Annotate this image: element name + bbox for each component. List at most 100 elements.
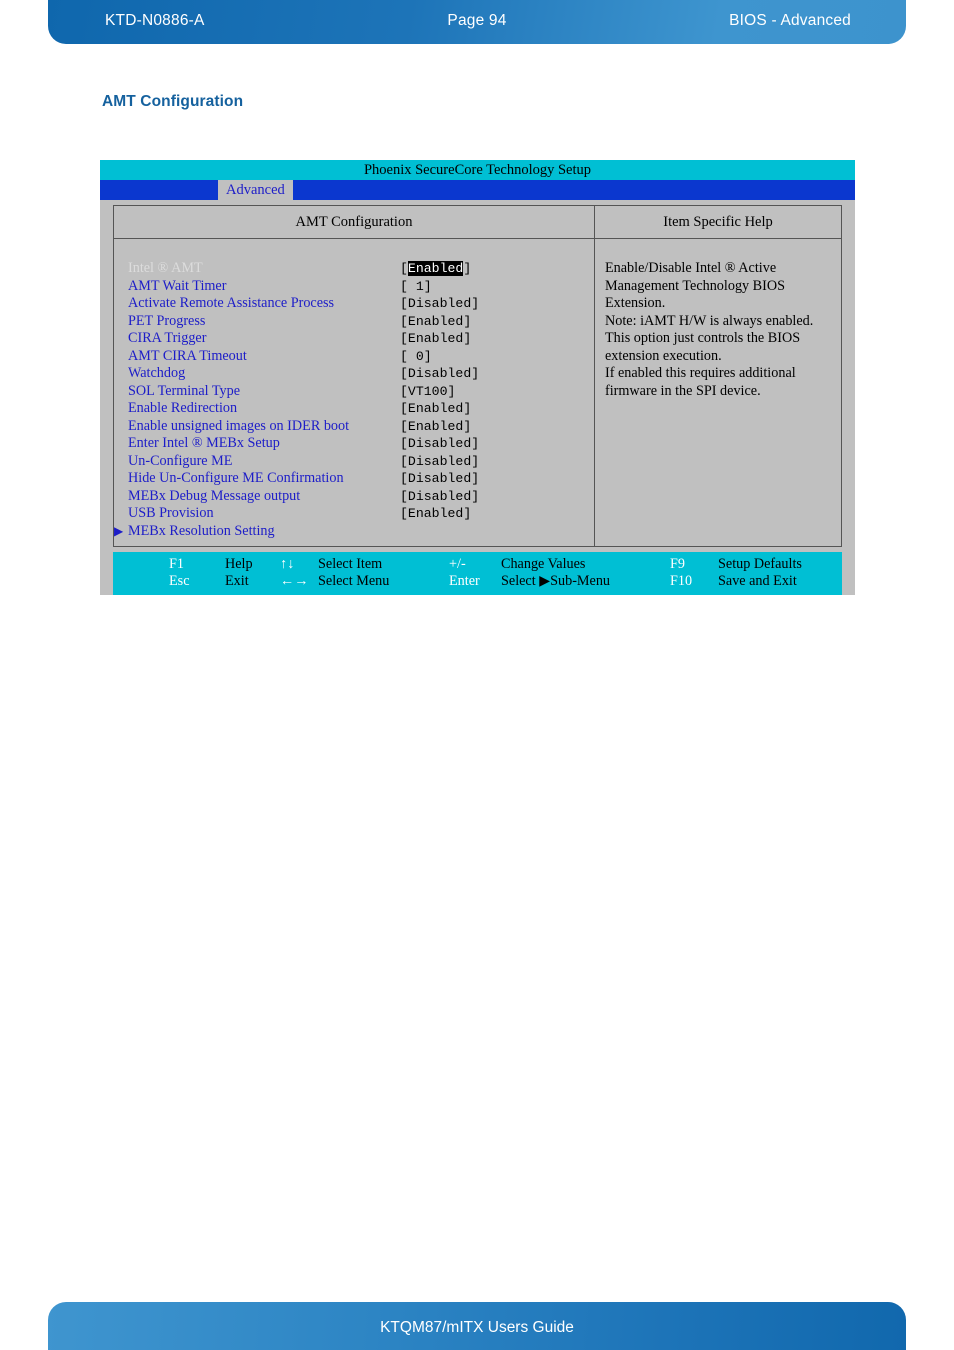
- bios-option-value[interactable]: [Disabled]: [400, 435, 479, 453]
- bios-option-row[interactable]: Enter Intel ® MEBx Setup [Disabled]: [114, 435, 594, 453]
- help-panel-header: Item Specific Help: [595, 206, 841, 239]
- bios-option-value-text: Disabled: [407, 488, 472, 504]
- bios-option-value[interactable]: [Disabled]: [400, 453, 479, 471]
- bios-option-row[interactable]: Watchdog [Disabled]: [114, 365, 594, 383]
- bios-option-value[interactable]: [VT100]: [400, 383, 455, 401]
- help-text-line: extension execution.: [605, 347, 722, 364]
- key-legend-description: Exit: [225, 573, 249, 589]
- bios-option-value-text: Disabled: [407, 366, 472, 381]
- key-legend-description: Select Menu: [318, 573, 390, 589]
- help-text: Enable/Disable Intel ® Active Management …: [595, 239, 841, 546]
- bios-option-value[interactable]: [Disabled]: [400, 470, 479, 488]
- bios-option-label: USB Provision: [128, 505, 214, 521]
- option-arrow-spacer: [114, 453, 128, 471]
- bios-option-value-text: Enabled: [407, 261, 464, 276]
- help-panel: Item Specific Help Enable/Disable Intel …: [595, 206, 841, 546]
- bios-option-value-text: Enabled: [407, 506, 464, 521]
- submenu-arrow-icon: ▶: [114, 523, 124, 538]
- bios-option-row[interactable]: Hide Un-Configure ME Confirmation [Disabl…: [114, 470, 594, 488]
- footer-guide-title: KTQM87/mITX Users Guide: [380, 1319, 574, 1336]
- bios-option-value-text: Enabled: [407, 418, 464, 434]
- bios-option-row[interactable]: PET Progress [Enabled]: [114, 313, 594, 331]
- bios-option-label: Enable Redirection: [128, 400, 238, 416]
- key-legend-key: F9: [670, 556, 685, 572]
- tab-advanced[interactable]: Advanced: [218, 180, 293, 200]
- bios-option-label: MEBx Resolution Setting: [128, 522, 275, 539]
- key-legend-key: +/-: [449, 556, 466, 572]
- bios-panels: AMT Configuration Intel ® AMT [Enabled] AM…: [113, 205, 842, 547]
- bios-option-value[interactable]: [Disabled]: [400, 295, 479, 313]
- bios-option-row[interactable]: AMT CIRA Timeout [ 0]: [114, 348, 594, 366]
- option-arrow-spacer: [114, 383, 128, 401]
- bios-key-legend-bar: F1 Help ↑↓ Select Item +/- Change Values F9 Set…: [113, 552, 842, 595]
- bios-option-value[interactable]: [Enabled]: [400, 313, 471, 331]
- bios-option-row[interactable]: MEBx Debug Message output [Disabled]: [114, 488, 594, 506]
- bios-option-row[interactable]: ▶ MEBx Resolution Setting: [114, 523, 594, 541]
- page-title: AMT Configuration: [102, 93, 244, 110]
- bios-option-row[interactable]: Intel ® AMT [Enabled]: [114, 260, 594, 278]
- key-legend-key: ←→: [280, 573, 309, 589]
- key-legend-key: F1: [169, 556, 184, 572]
- bios-option-value-text: Enabled: [407, 331, 464, 346]
- bios-option-row[interactable]: SOL Terminal Type [VT100]: [114, 383, 594, 401]
- key-legend-description: Save and Exit: [718, 573, 797, 589]
- bios-option-row[interactable]: Un-Configure ME [Disabled]: [114, 453, 594, 471]
- bios-body: AMT Configuration Intel ® AMT [Enabled] AM…: [100, 200, 855, 595]
- bios-option-label: Watchdog: [128, 365, 186, 381]
- options-panel: AMT Configuration Intel ® AMT [Enabled] AM…: [114, 206, 595, 546]
- bios-option-row[interactable]: Enable Redirection [Enabled]: [114, 400, 594, 418]
- bios-option-value[interactable]: [Enabled]: [400, 400, 471, 418]
- bios-option-value[interactable]: [Enabled]: [400, 418, 471, 436]
- key-legend-key: ↑↓: [280, 556, 295, 572]
- key-legend-description: Select Item: [318, 556, 383, 572]
- bios-option-row[interactable]: Activate Remote Assistance Process [Disab…: [114, 295, 594, 313]
- bios-option-value-text: Disabled: [407, 296, 472, 311]
- key-legend-key: F10: [670, 573, 693, 589]
- bios-title-bar: Phoenix SecureCore Technology Setup: [100, 160, 855, 180]
- bios-option-value-text: Enabled: [407, 313, 464, 329]
- option-arrow-spacer: [114, 418, 128, 436]
- bios-option-label: Un-Configure ME: [128, 452, 233, 469]
- option-arrow-spacer: [114, 470, 128, 488]
- key-legend-description: Change Values: [501, 556, 586, 572]
- help-text-line: firmware in the SPI device.: [605, 382, 761, 399]
- bios-option-row[interactable]: AMT Wait Timer [ 1]: [114, 278, 594, 296]
- page-footer: KTQM87/mITX Users Guide: [48, 1302, 906, 1350]
- help-text-line: This option just controls the BIOS: [605, 330, 801, 346]
- bios-option-label: AMT Wait Timer: [128, 277, 227, 294]
- key-legend-description: Help: [225, 556, 253, 572]
- bios-option-label: Activate Remote Assistance Process: [128, 295, 335, 311]
- option-arrow-spacer: [114, 295, 128, 313]
- bios-option-value[interactable]: [Enabled]: [400, 330, 471, 348]
- bios-option-value[interactable]: [ 0]: [400, 348, 432, 366]
- bios-option-value-text: Disabled: [407, 471, 472, 486]
- key-legend-key: Enter: [449, 573, 480, 589]
- bios-option-value-text: 1: [407, 278, 424, 294]
- help-text-line: If enabled this requires additional: [605, 365, 796, 381]
- bios-setup-screenshot: Phoenix SecureCore Technology Setup Adva…: [100, 160, 855, 595]
- bios-option-label: Hide Un-Configure ME Confirmation: [128, 470, 344, 486]
- option-arrow-spacer: [114, 400, 128, 418]
- page-header: KTD-N0886-A Page 94 BIOS - Advanced: [48, 0, 906, 44]
- bios-option-row[interactable]: Enable unsigned images on IDER boot [Enab…: [114, 418, 594, 436]
- bios-option-row[interactable]: USB Provision [Enabled]: [114, 505, 594, 523]
- key-legend-description: Select ▶Sub-Menu: [501, 573, 611, 589]
- key-legend-row-2: Esc Exit ←→ Select Menu Enter Select ▶Sub-Men…: [113, 573, 842, 590]
- bios-option-value[interactable]: [Enabled]: [400, 260, 471, 278]
- bios-option-value[interactable]: [Disabled]: [400, 365, 479, 383]
- key-legend-description: Setup Defaults: [718, 556, 802, 572]
- bios-option-label: CIRA Trigger: [128, 330, 207, 346]
- bios-option-value-text: Disabled: [407, 453, 472, 469]
- bios-option-label: SOL Terminal Type: [128, 382, 241, 399]
- option-arrow-spacer: [114, 435, 128, 453]
- bios-option-value[interactable]: [Enabled]: [400, 505, 471, 523]
- bios-option-value[interactable]: [ 1]: [400, 278, 432, 296]
- option-arrow-spacer: [114, 313, 128, 331]
- options-list: Intel ® AMT [Enabled] AMT Wait Timer[ 1] Ac…: [114, 239, 594, 546]
- bios-option-value[interactable]: [Disabled]: [400, 488, 479, 506]
- help-text-line: Extension.: [605, 295, 666, 311]
- bios-option-label: Intel ® AMT: [128, 260, 203, 276]
- bios-option-value-text: 0: [407, 348, 424, 364]
- bios-option-row[interactable]: CIRA Trigger [Enabled]: [114, 330, 594, 348]
- key-legend-key: Esc: [169, 573, 190, 589]
